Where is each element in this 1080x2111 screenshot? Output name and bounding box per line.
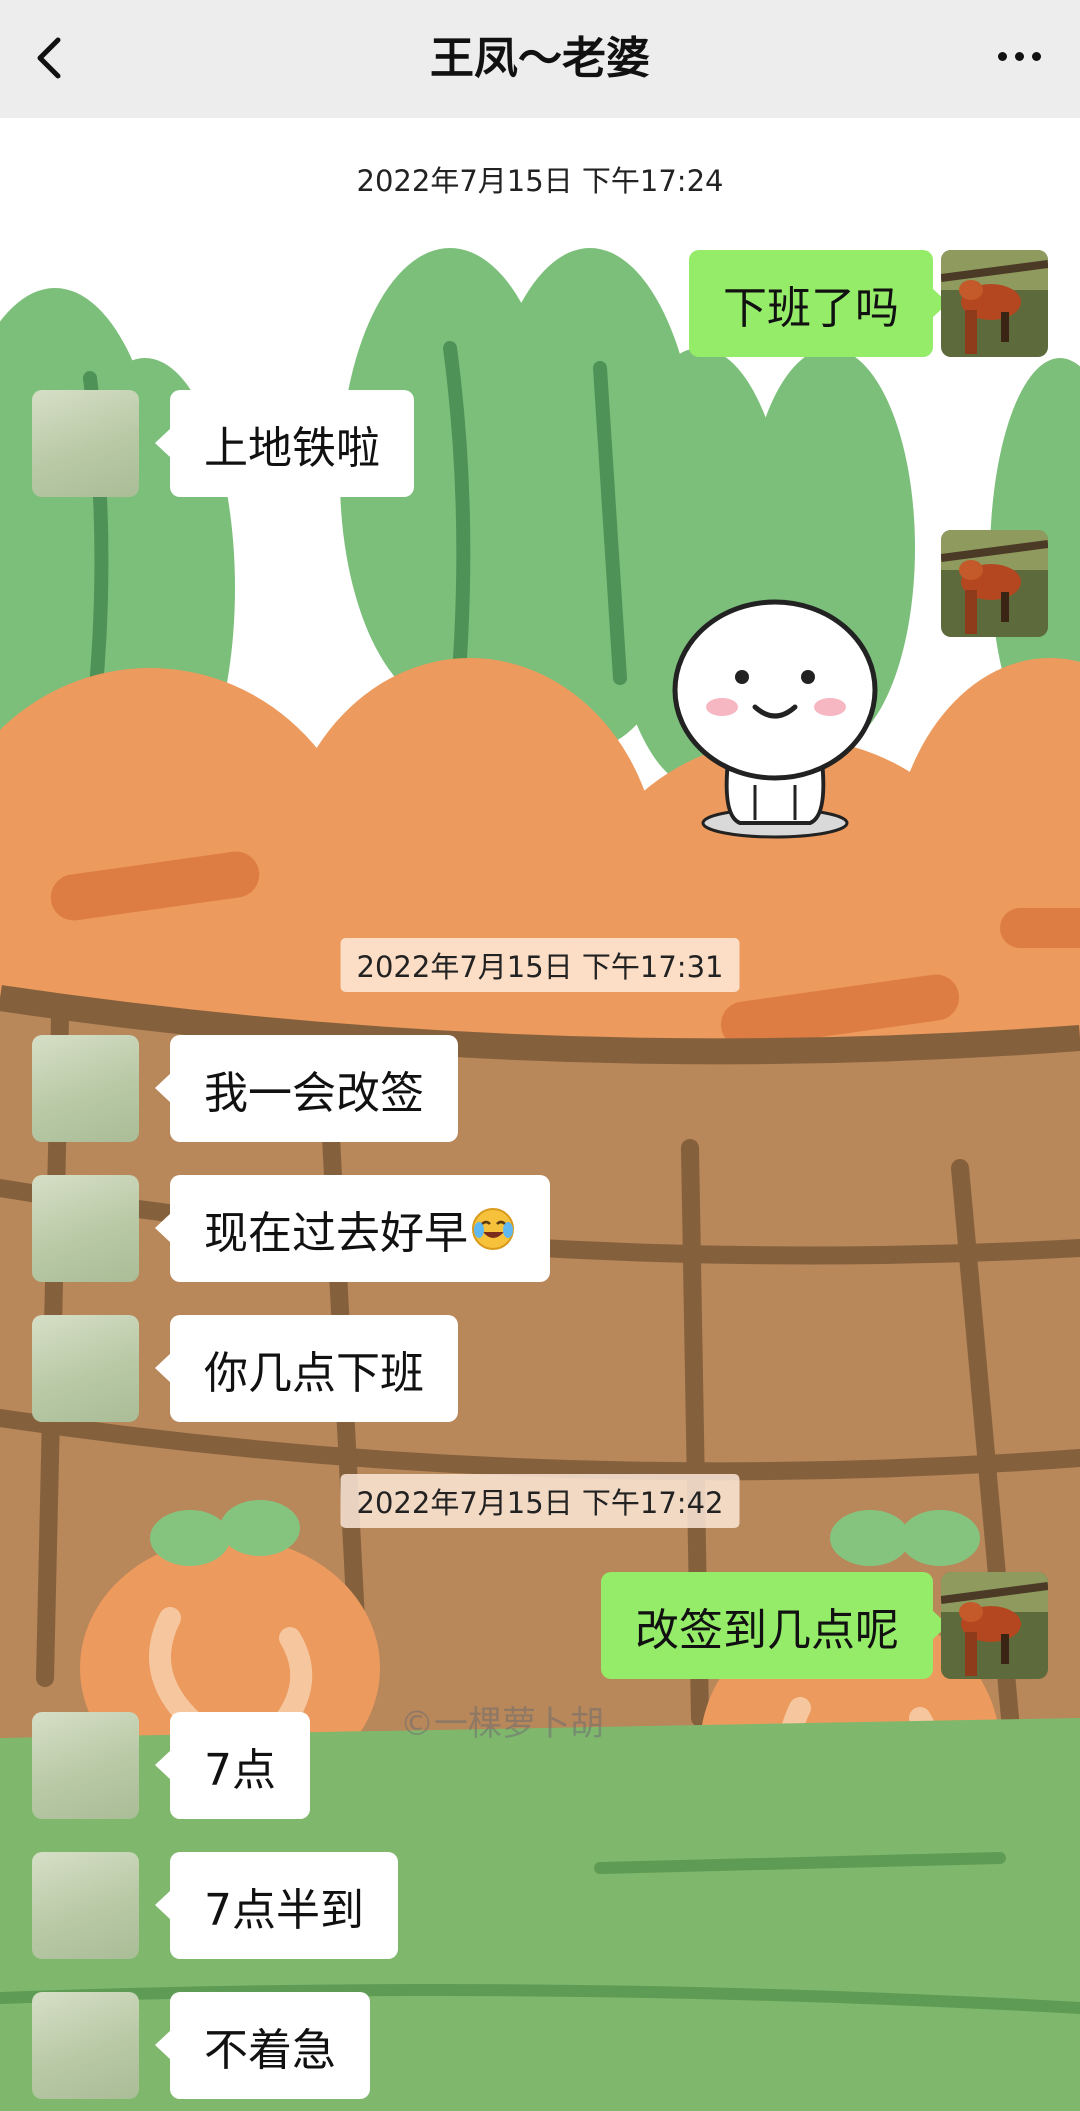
contact-avatar[interactable]: [32, 1035, 139, 1142]
timestamp: 2022年7月15日 下午17:42: [340, 1474, 740, 1528]
chat-screen: ©一棵萝卜胡 王凤～老婆 2022年7月15日 下午17:24 下班了吗 上地铁…: [0, 0, 1080, 2111]
timestamp: 2022年7月15日 下午17:24: [356, 164, 724, 198]
message-text: 7点: [204, 1744, 276, 1796]
incoming-message-bubble[interactable]: 不着急: [155, 1992, 370, 2099]
message-row: [0, 530, 1080, 637]
message-text: 现在过去好早: [204, 1207, 468, 1259]
message-row: 不着急: [0, 1992, 1080, 2099]
red-panda-avatar-icon: [941, 1572, 1048, 1679]
message-row: 你几点下班: [0, 1315, 1080, 1422]
my-avatar[interactable]: [941, 1572, 1048, 1679]
message-text: 我一会改签: [204, 1067, 424, 1119]
message-text: 7点半到: [204, 1884, 364, 1936]
contact-avatar[interactable]: [32, 1992, 139, 2099]
incoming-message-bubble[interactable]: 7点半到: [155, 1852, 398, 1959]
my-avatar[interactable]: [941, 250, 1048, 357]
message-text: 上地铁啦: [204, 422, 380, 474]
message-row: 下班了吗: [0, 250, 1080, 357]
incoming-message-bubble[interactable]: 现在过去好早: [155, 1175, 550, 1282]
message-text: 不着急: [204, 2024, 336, 2076]
incoming-message-bubble[interactable]: 上地铁啦: [155, 390, 414, 497]
message-text: 下班了吗: [723, 282, 899, 334]
contact-avatar[interactable]: [32, 1712, 139, 1819]
red-panda-avatar-icon: [941, 250, 1048, 357]
incoming-message-bubble[interactable]: 我一会改签: [155, 1035, 458, 1142]
my-avatar[interactable]: [941, 530, 1048, 637]
incoming-message-bubble[interactable]: 7点: [155, 1712, 310, 1819]
outgoing-message-bubble[interactable]: 下班了吗: [689, 250, 948, 357]
message-text: 你几点下班: [204, 1347, 424, 1399]
more-button[interactable]: [984, 28, 1054, 84]
message-text: 改签到几点呢: [635, 1604, 899, 1656]
message-row: 我一会改签: [0, 1035, 1080, 1142]
message-row: 上地铁啦: [0, 390, 1080, 497]
laughing-crying-emoji-icon: [472, 1207, 514, 1250]
contact-avatar[interactable]: [32, 390, 139, 497]
message-row: 改签到几点呢: [0, 1572, 1080, 1679]
timestamp: 2022年7月15日 下午17:31: [340, 938, 740, 992]
contact-avatar[interactable]: [32, 1852, 139, 1959]
chat-header: 王凤～老婆: [0, 0, 1080, 118]
message-row: 现在过去好早: [0, 1175, 1080, 1282]
outgoing-message-bubble[interactable]: 改签到几点呢: [601, 1572, 948, 1679]
message-row: 7点: [0, 1712, 1080, 1819]
chat-title: 王凤～老婆: [430, 33, 650, 84]
contact-avatar[interactable]: [32, 1315, 139, 1422]
contact-avatar[interactable]: [32, 1175, 139, 1282]
incoming-message-bubble[interactable]: 你几点下班: [155, 1315, 458, 1422]
more-dots-icon: [997, 51, 1007, 61]
smiling-dumpling-sticker[interactable]: [660, 595, 890, 845]
message-row: 7点半到: [0, 1852, 1080, 1959]
red-panda-avatar-icon: [941, 530, 1048, 637]
